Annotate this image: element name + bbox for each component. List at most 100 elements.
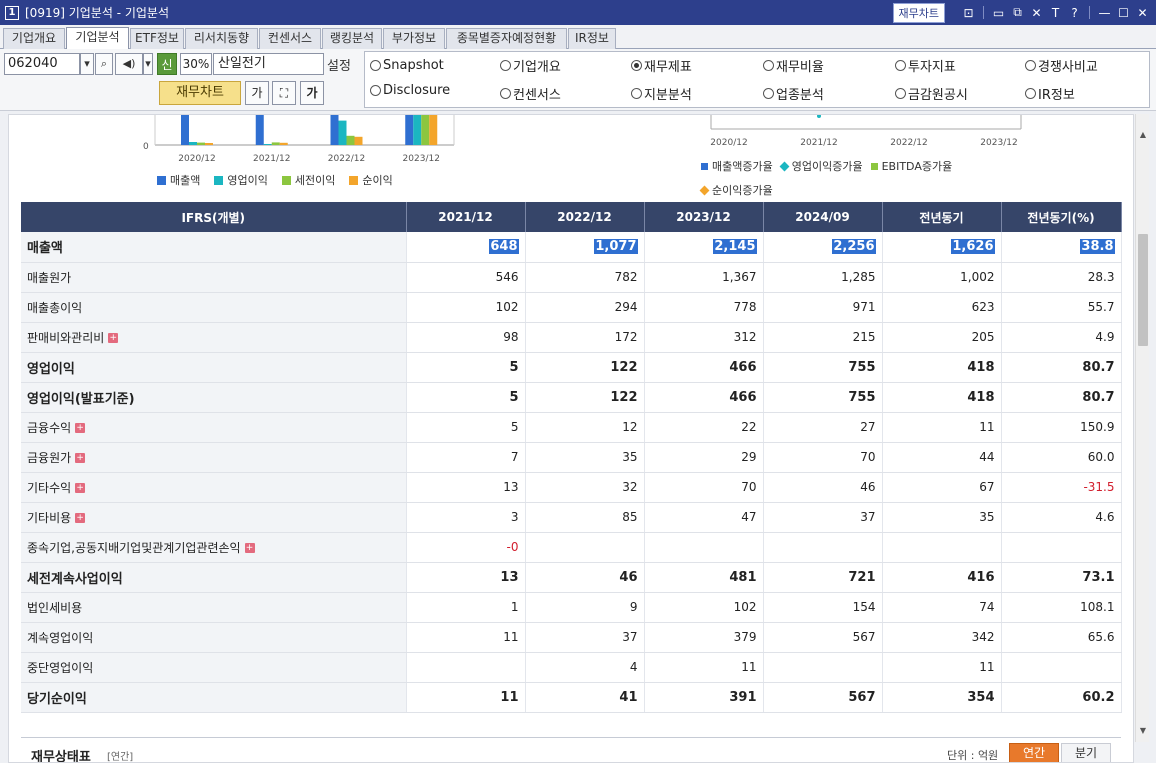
- radio-investment-indicators[interactable]: 투자지표: [895, 55, 956, 75]
- maximize-icon[interactable]: ☐: [1114, 6, 1133, 20]
- radio-disclosure[interactable]: Disclosure: [370, 80, 450, 100]
- table-row[interactable]: 매출총이익 102 294 778 971 623 55.7: [21, 292, 1122, 323]
- row-label-text: 매출총이익: [27, 300, 83, 315]
- search-icon[interactable]: ⌕: [95, 53, 113, 75]
- table-cell: 2,145: [644, 232, 764, 263]
- radio-competitor-compare[interactable]: 경쟁사비교: [1025, 55, 1098, 75]
- radio-financial-ratios[interactable]: 재무비율: [763, 55, 824, 75]
- table-header-label: IFRS(개별): [21, 202, 407, 232]
- scroll-thumb[interactable]: [1138, 234, 1148, 346]
- row-label: 매출총이익: [21, 292, 407, 323]
- table-row[interactable]: 금융수익 +5 12 22 27 11 150.9: [21, 412, 1122, 443]
- column-header[interactable]: 전년동기: [882, 202, 1002, 232]
- table-row[interactable]: 매출원가 546 782 1,367 1,285 1,002 28.3: [21, 262, 1122, 293]
- table-row[interactable]: 기타비용 +3 85 47 37 35 4.6: [21, 502, 1122, 533]
- column-header[interactable]: 2022/12: [525, 202, 645, 232]
- legend-item: 매출액증가율: [701, 158, 773, 174]
- table-row[interactable]: 법인세비용 1 9 102 154 74 108.1: [21, 592, 1122, 623]
- table-row[interactable]: 영업이익(발표기준) 5 122 466 755 418 80.7: [21, 382, 1122, 413]
- radio-fss-disclosure[interactable]: 금감원공시: [895, 83, 968, 103]
- cell-value: 294: [614, 300, 638, 314]
- unit-label: 단위 : 억원: [947, 749, 999, 762]
- finance-chart-button[interactable]: 재무차트: [159, 81, 241, 105]
- table-row[interactable]: 매출액 648 1,077 2,145 2,256 1,626 38.8: [21, 232, 1122, 263]
- expand-plus-icon[interactable]: +: [75, 483, 86, 493]
- table-row[interactable]: 영업이익 5 122 466 755 418 80.7: [21, 351, 1122, 383]
- settings-button[interactable]: 설정: [327, 55, 351, 74]
- stock-code-input[interactable]: 062040: [4, 53, 80, 75]
- scroll-up-icon[interactable]: ▲: [1136, 128, 1150, 142]
- row-label-text: 영업이익: [27, 361, 75, 377]
- close-icon[interactable]: ✕: [1133, 6, 1152, 20]
- radio-industry-analysis[interactable]: 업종분석: [763, 83, 824, 103]
- tab-bar: 기업개요 기업분석 ETF정보 리서치동향 컨센서스 랭킹분석 부가정보 종목별…: [0, 25, 1156, 50]
- table-cell: 2,256: [763, 232, 883, 263]
- column-header[interactable]: 전년동기(%): [1001, 202, 1122, 232]
- text-size-icon[interactable]: T: [1046, 6, 1065, 20]
- radio-consensus[interactable]: 컨센서스: [500, 83, 561, 103]
- table-cell: 122: [525, 382, 645, 413]
- vertical-scrollbar[interactable]: ▲ ▼: [1135, 114, 1149, 742]
- tools-icon[interactable]: ✕: [1027, 6, 1046, 20]
- tab-ir-info[interactable]: IR정보: [568, 28, 616, 49]
- expand-plus-icon[interactable]: +: [75, 513, 86, 523]
- tab-ranking[interactable]: 랭킹분석: [322, 28, 382, 49]
- quarter-toggle-button[interactable]: 분기: [1061, 743, 1111, 762]
- font-bold-button[interactable]: 가: [300, 81, 324, 105]
- stock-name-field[interactable]: 산일전기: [213, 53, 324, 75]
- speaker-icon[interactable]: ◀): [115, 53, 143, 75]
- layout-icon[interactable]: ▭: [989, 6, 1008, 20]
- table-row[interactable]: 금융원가 +7 35 29 70 44 60.0: [21, 442, 1122, 473]
- radio-ir-info[interactable]: IR정보: [1025, 83, 1075, 103]
- column-header[interactable]: 2023/12: [644, 202, 764, 232]
- link-window-icon[interactable]: ⧉: [1008, 5, 1027, 20]
- window-number-badge[interactable]: 1: [5, 5, 19, 20]
- table-row[interactable]: 판매비와관리비 +98 172 312 215 205 4.9: [21, 322, 1122, 353]
- expand-plus-icon[interactable]: +: [75, 423, 86, 433]
- table-row[interactable]: 계속영업이익 11 37 379 567 342 65.6: [21, 622, 1122, 653]
- code-dropdown-button[interactable]: ▾: [80, 53, 94, 75]
- tab-capital-increase[interactable]: 종목별증자예정현황: [446, 28, 567, 49]
- annual-toggle-button[interactable]: 연간: [1009, 743, 1059, 762]
- table-row[interactable]: 당기순이익 11 41 391 567 354 60.2: [21, 682, 1122, 713]
- table-row[interactable]: 중단영업이익 4 11 11: [21, 652, 1122, 683]
- radio-snapshot[interactable]: Snapshot: [370, 55, 444, 75]
- screenshot-icon[interactable]: ⊡: [959, 6, 978, 20]
- new-badge[interactable]: 신: [157, 53, 177, 75]
- tab-extra-info[interactable]: 부가정보: [383, 28, 445, 49]
- radio-equity-analysis[interactable]: 지분분석: [631, 83, 692, 103]
- cell-value: 35: [622, 450, 638, 464]
- cell-value: 379: [733, 630, 757, 644]
- tab-etf-info[interactable]: ETF정보: [130, 28, 184, 49]
- table-cell: 67: [882, 472, 1002, 503]
- font-size-button[interactable]: 가: [245, 81, 269, 105]
- table-cell: 37: [525, 622, 645, 653]
- radio-company-overview[interactable]: 기업개요: [500, 55, 561, 75]
- table-cell: 7: [406, 442, 526, 473]
- expand-plus-icon[interactable]: +: [75, 453, 86, 463]
- scroll-down-icon[interactable]: ▼: [1136, 724, 1150, 738]
- tab-research[interactable]: 리서치동향: [185, 28, 258, 49]
- speaker-dropdown-button[interactable]: ▾: [143, 53, 153, 75]
- help-icon[interactable]: ?: [1065, 6, 1084, 20]
- expand-icon[interactable]: ⛶: [272, 81, 296, 105]
- table-cell: [763, 532, 883, 563]
- table-row[interactable]: 세전계속사업이익 13 46 481 721 416 73.1: [21, 561, 1122, 593]
- tab-company-overview[interactable]: 기업개요: [3, 28, 65, 49]
- x-tick-label: 2022/12: [890, 138, 927, 148]
- tab-company-analysis[interactable]: 기업분석: [66, 27, 129, 50]
- cell-value: 74: [979, 600, 995, 614]
- minimize-icon[interactable]: —: [1095, 6, 1114, 20]
- column-header[interactable]: 2024/09: [763, 202, 883, 232]
- radio-financial-statements[interactable]: 재무제표: [631, 55, 692, 75]
- percent-field[interactable]: 30%: [180, 53, 212, 75]
- cell-value: 354: [967, 689, 995, 705]
- expand-plus-icon[interactable]: +: [108, 333, 119, 343]
- legend-item: 세전이익: [281, 172, 335, 188]
- table-row[interactable]: 기타수익 +13 32 70 46 67 -31.5: [21, 472, 1122, 503]
- tab-consensus[interactable]: 컨센서스: [259, 28, 321, 49]
- table-row[interactable]: 종속기업,공동지배기업및관계기업관련손익 + -0: [21, 532, 1122, 563]
- expand-plus-icon[interactable]: +: [244, 543, 255, 553]
- column-header[interactable]: 2021/12: [406, 202, 526, 232]
- financial-chart-button[interactable]: 재무차트: [892, 2, 945, 23]
